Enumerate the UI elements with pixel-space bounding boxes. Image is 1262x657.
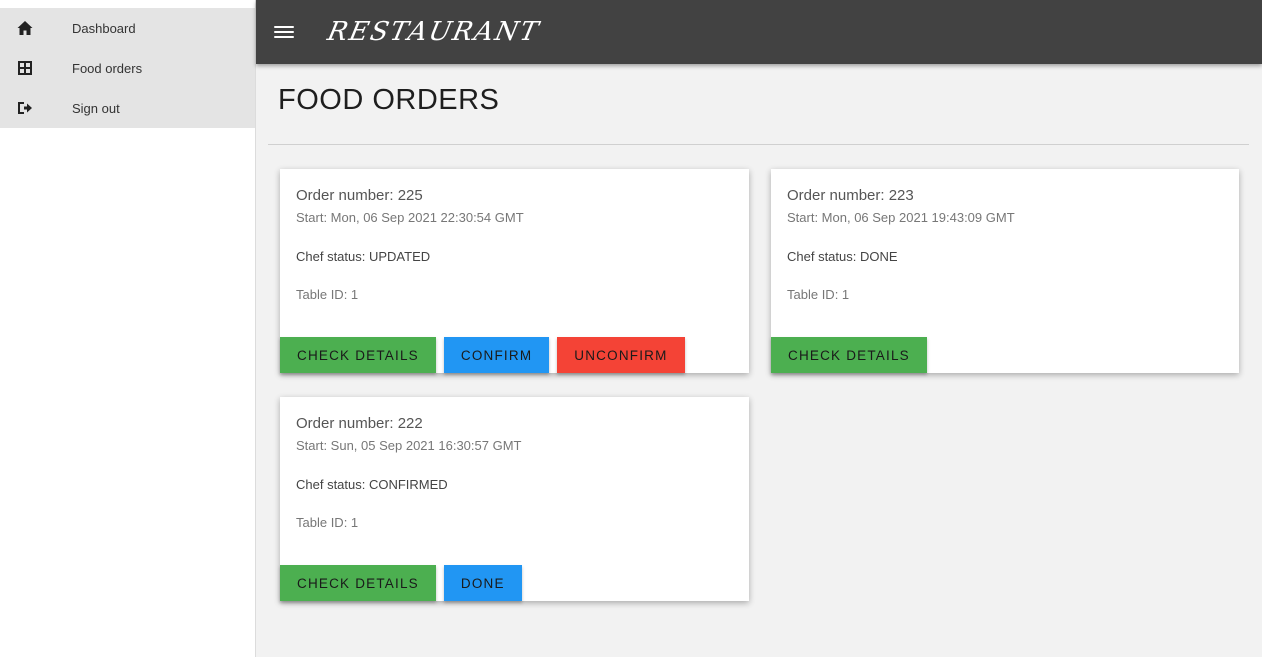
sidebar-item-dashboard[interactable]: Dashboard	[0, 8, 255, 48]
divider	[268, 144, 1249, 145]
sidebar-item-food-orders[interactable]: Food orders	[0, 48, 255, 88]
menu-icon[interactable]	[274, 24, 294, 40]
chef-status: Chef status: DONE	[787, 249, 898, 264]
order-card: Order number: 223 Start: Mon, 06 Sep 202…	[771, 169, 1239, 373]
sign-out-icon	[17, 100, 33, 116]
chef-status: Chef status: UPDATED	[296, 249, 431, 264]
table-id: Table ID: 1	[296, 515, 359, 530]
brand-logo: RESTAURANT	[324, 17, 543, 47]
order-card: Order number: 225 Start: Mon, 06 Sep 202…	[280, 169, 749, 373]
page-title: FOOD ORDERS	[278, 84, 500, 116]
order-number: Order number: 223	[787, 187, 914, 204]
order-number: Order number: 225	[296, 187, 423, 204]
order-start-time: Start: Mon, 06 Sep 2021 22:30:54 GMT	[296, 210, 524, 225]
order-number: Order number: 222	[296, 415, 423, 432]
main-content: FOOD ORDERS Order number: 225 Start: Mon…	[256, 64, 1262, 657]
unconfirm-button[interactable]: UNCONFIRM	[557, 337, 685, 373]
check-details-button[interactable]: CHECK DETAILS	[280, 565, 436, 601]
card-actions: CHECK DETAILS	[771, 337, 935, 373]
confirm-button[interactable]: CONFIRM	[443, 337, 550, 373]
sidebar-item-label: Dashboard	[72, 20, 136, 36]
sidebar-item-label: Food orders	[72, 60, 143, 76]
order-card: Order number: 222 Start: Sun, 05 Sep 202…	[280, 397, 749, 601]
card-actions: CHECK DETAILS DONE	[280, 565, 530, 601]
sidebar: Dashboard Food orders Sign out	[0, 0, 256, 657]
check-details-button[interactable]: CHECK DETAILS	[280, 337, 436, 373]
done-button[interactable]: DONE	[443, 565, 522, 601]
order-start-time: Start: Mon, 06 Sep 2021 19:43:09 GMT	[787, 210, 1015, 225]
grid-icon	[17, 60, 33, 76]
check-details-button[interactable]: CHECK DETAILS	[771, 337, 927, 373]
top-app-bar: RESTAURANT	[256, 0, 1262, 64]
chef-status: Chef status: CONFIRMED	[296, 477, 448, 492]
home-icon	[17, 20, 33, 36]
table-id: Table ID: 1	[296, 287, 359, 302]
sidebar-menu: Dashboard Food orders Sign out	[0, 8, 255, 128]
table-id: Table ID: 1	[787, 287, 850, 302]
sidebar-item-sign-out[interactable]: Sign out	[0, 88, 255, 128]
sidebar-item-label: Sign out	[72, 100, 120, 116]
order-start-time: Start: Sun, 05 Sep 2021 16:30:57 GMT	[296, 438, 522, 453]
card-actions: CHECK DETAILS CONFIRM UNCONFIRM	[280, 337, 693, 373]
